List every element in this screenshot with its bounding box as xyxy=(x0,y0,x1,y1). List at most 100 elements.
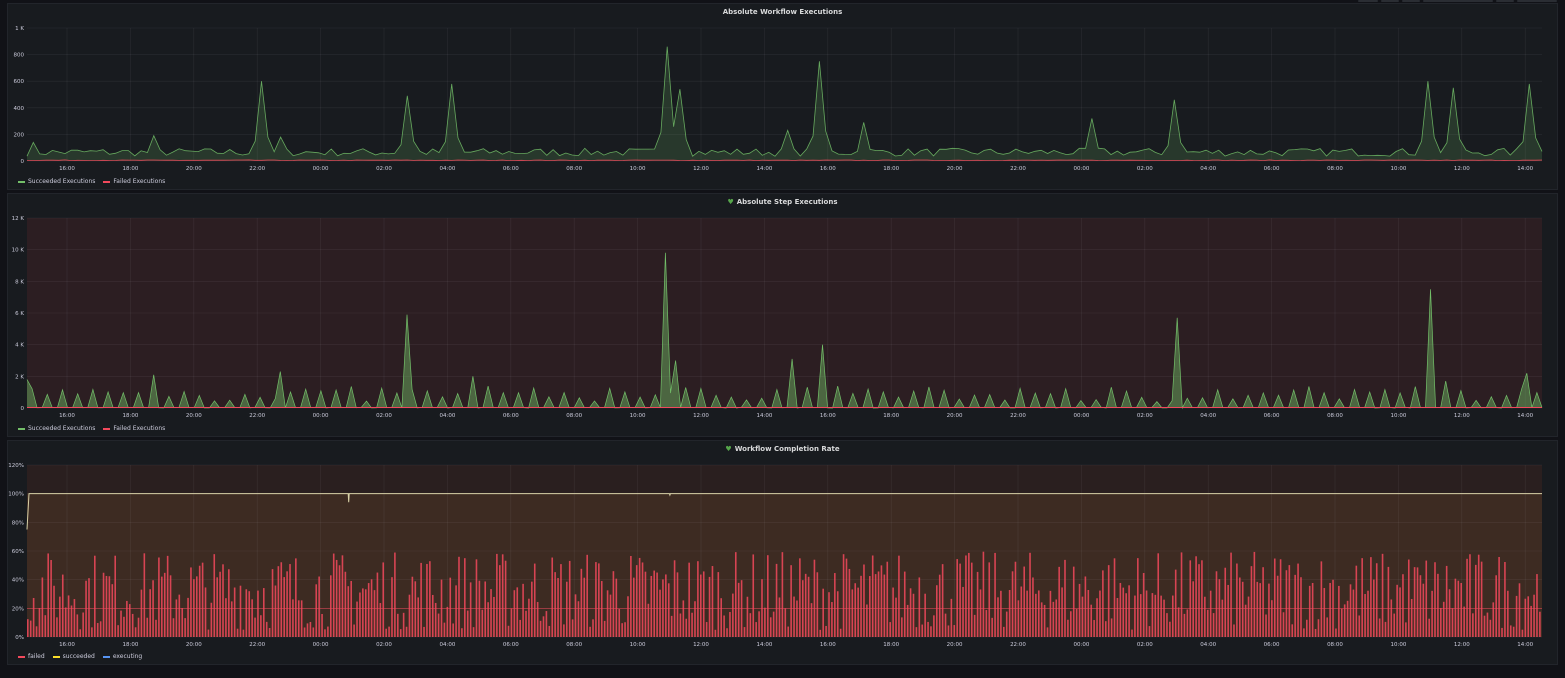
x-tick-label: 02:00 xyxy=(376,413,392,419)
failed-bar xyxy=(813,559,816,637)
failed-bar xyxy=(775,563,778,637)
failed-bar xyxy=(61,574,64,637)
failed-bar xyxy=(522,583,524,637)
failed-bar xyxy=(163,572,166,637)
failed-bar xyxy=(551,557,554,637)
failed-bar xyxy=(714,629,717,637)
failed-bar xyxy=(364,589,367,637)
failed-bar xyxy=(982,551,985,637)
failed-bar xyxy=(399,629,402,637)
failed-bar xyxy=(1480,561,1483,637)
x-tick-label: 20:00 xyxy=(186,642,202,648)
failed-bar xyxy=(140,589,143,637)
legend-item-failed[interactable]: Failed Executions xyxy=(103,178,165,185)
failed-bar xyxy=(1163,599,1165,637)
failed-bar xyxy=(131,613,134,637)
toolbar-button[interactable] xyxy=(1402,0,1420,2)
failed-bar xyxy=(1259,583,1261,637)
y-tick-label: 40% xyxy=(12,578,24,584)
x-tick-label: 10:00 xyxy=(1390,166,1406,172)
failed-bar xyxy=(1271,600,1273,637)
failed-bar xyxy=(892,587,894,637)
failed-bar xyxy=(1000,590,1002,637)
failed-bar xyxy=(1017,600,1020,637)
failed-bar xyxy=(1440,607,1442,637)
failed-bar xyxy=(589,626,591,637)
failed-bar xyxy=(362,588,364,637)
failed-bar xyxy=(688,562,690,637)
failed-bar xyxy=(1151,593,1154,637)
failed-bar xyxy=(1314,628,1317,637)
failed-bar xyxy=(603,620,606,637)
failed-bar xyxy=(921,624,924,637)
legend-item-succeeded[interactable]: Succeeded Executions xyxy=(18,425,95,432)
failed-bar xyxy=(146,617,149,637)
toolbar-button[interactable] xyxy=(1381,0,1399,2)
failed-bar xyxy=(516,587,519,637)
failed-bar xyxy=(851,589,854,637)
failed-bar xyxy=(1489,619,1492,637)
failed-bar xyxy=(909,588,912,637)
failed-bar xyxy=(458,556,460,637)
failed-bar xyxy=(1393,613,1396,637)
toolbar-button[interactable] xyxy=(1496,0,1514,2)
failed-bar xyxy=(1110,618,1113,637)
failed-bar xyxy=(382,562,385,637)
legend-label: failed xyxy=(28,653,45,660)
failed-bar xyxy=(149,589,151,637)
failed-bar xyxy=(769,617,772,637)
failed-bar xyxy=(426,563,428,637)
failed-bar xyxy=(230,601,233,637)
failed-bar xyxy=(408,594,411,637)
failed-bar xyxy=(1174,569,1177,637)
failed-bar xyxy=(1096,598,1098,637)
failed-bar xyxy=(930,626,932,637)
failed-bar xyxy=(102,572,105,637)
failed-bar xyxy=(1536,574,1538,637)
failed-bar xyxy=(1378,618,1381,637)
failed-bar xyxy=(1282,612,1285,637)
x-tick-label: 12:00 xyxy=(693,166,709,172)
failed-bar xyxy=(1014,561,1017,637)
failed-bar xyxy=(548,625,551,637)
x-tick-label: 20:00 xyxy=(947,166,963,172)
failed-bar xyxy=(222,564,224,637)
failed-bar xyxy=(901,617,903,637)
failed-bar xyxy=(991,617,993,637)
failed-bar xyxy=(924,593,926,637)
x-tick-label: 00:00 xyxy=(1073,166,1089,172)
toolbar-button[interactable] xyxy=(1517,0,1557,2)
x-tick-label: 12:00 xyxy=(1454,642,1470,648)
failed-bar xyxy=(1405,622,1407,637)
legend-item-succeeded[interactable]: succeeded xyxy=(52,653,95,660)
failed-bar xyxy=(1431,590,1433,637)
legend-item-failed[interactable]: Failed Executions xyxy=(103,425,165,432)
chart-step-executions: 0 2 K 4 K 6 K 8 K 10 K 12 K 16:00 18:00 20:00 22:0… xyxy=(12,216,1543,419)
toolbar-button[interactable] xyxy=(1358,0,1378,2)
failed-bar xyxy=(1125,593,1127,637)
failed-bar xyxy=(1384,621,1387,637)
failed-bar xyxy=(414,581,417,637)
failed-bar xyxy=(201,562,204,637)
legend-item-failed[interactable]: failed xyxy=(18,653,45,660)
failed-bar xyxy=(1005,611,1008,637)
failed-bar xyxy=(411,576,414,637)
legend-item-succeeded[interactable]: Succeeded Executions xyxy=(18,178,95,185)
failed-bar xyxy=(35,626,38,637)
failed-bar xyxy=(1029,552,1031,637)
toolbar-button[interactable] xyxy=(1423,0,1493,2)
x-tick-label: 04:00 xyxy=(1200,642,1216,648)
failed-bar xyxy=(353,624,355,637)
legend-item-executing[interactable]: executing xyxy=(102,653,142,660)
failed-bar xyxy=(606,590,609,637)
failed-bar xyxy=(950,598,953,637)
x-tick-label: 04:00 xyxy=(439,413,455,419)
failed-bar xyxy=(1303,628,1305,637)
y-tick-label: 600 xyxy=(14,79,25,85)
failed-bar xyxy=(469,582,472,637)
failed-bar xyxy=(318,576,320,637)
failed-bar xyxy=(332,553,335,637)
failed-bar xyxy=(1381,553,1384,637)
failed-bar xyxy=(1180,552,1183,637)
failed-bar xyxy=(1247,596,1250,637)
